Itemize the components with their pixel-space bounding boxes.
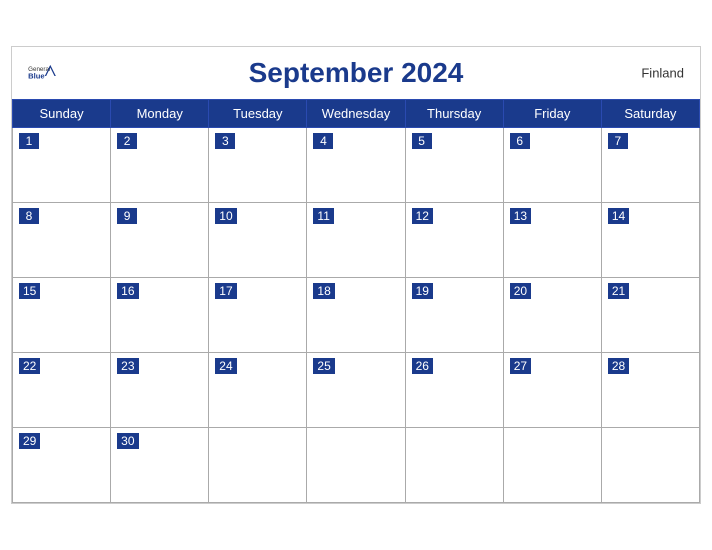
calendar-day-cell: 16 [111,278,209,353]
calendar-day-cell: 4 [307,128,405,203]
day-number: 8 [19,208,39,224]
calendar-day-cell: 10 [209,203,307,278]
header-monday: Monday [111,100,209,128]
calendar-table: Sunday Monday Tuesday Wednesday Thursday… [12,99,700,503]
calendar-day-cell [503,428,601,503]
header-thursday: Thursday [405,100,503,128]
day-number: 19 [412,283,433,299]
calendar-day-cell: 17 [209,278,307,353]
calendar-day-cell: 24 [209,353,307,428]
svg-text:Blue: Blue [28,72,45,81]
day-number: 13 [510,208,531,224]
calendar-week-row: 15 16 17 18 19 20 21 [13,278,700,353]
calendar-day-cell: 19 [405,278,503,353]
day-number: 5 [412,133,432,149]
calendar-day-cell: 22 [13,353,111,428]
calendar-day-cell: 2 [111,128,209,203]
day-number: 28 [608,358,629,374]
calendar-day-cell: 11 [307,203,405,278]
calendar-day-cell: 9 [111,203,209,278]
calendar-day-cell: 1 [13,128,111,203]
calendar-day-cell: 5 [405,128,503,203]
day-number: 1 [19,133,39,149]
day-number: 22 [19,358,40,374]
day-number: 12 [412,208,433,224]
calendar-container: General Blue September 2024 Finland Sund… [11,46,701,504]
day-number: 23 [117,358,138,374]
day-number: 24 [215,358,236,374]
day-number: 25 [313,358,334,374]
calendar-day-cell: 29 [13,428,111,503]
day-number: 20 [510,283,531,299]
day-number: 9 [117,208,137,224]
calendar-day-cell: 6 [503,128,601,203]
header-wednesday: Wednesday [307,100,405,128]
calendar-day-cell: 27 [503,353,601,428]
day-number: 3 [215,133,235,149]
day-number: 16 [117,283,138,299]
day-number: 15 [19,283,40,299]
calendar-week-row: 1 2 3 4 5 6 7 [13,128,700,203]
calendar-day-cell: 26 [405,353,503,428]
calendar-day-cell: 25 [307,353,405,428]
calendar-day-cell: 23 [111,353,209,428]
country-label: Finland [641,66,684,81]
calendar-header: General Blue September 2024 Finland [12,47,700,99]
calendar-day-cell [601,428,699,503]
calendar-day-cell [405,428,503,503]
day-number: 6 [510,133,530,149]
calendar-day-cell: 12 [405,203,503,278]
calendar-day-cell: 14 [601,203,699,278]
calendar-day-cell: 30 [111,428,209,503]
day-number: 7 [608,133,628,149]
weekday-header-row: Sunday Monday Tuesday Wednesday Thursday… [13,100,700,128]
day-number: 17 [215,283,236,299]
day-number: 4 [313,133,333,149]
day-number: 14 [608,208,629,224]
header-tuesday: Tuesday [209,100,307,128]
calendar-week-row: 8 9 10 11 12 13 14 [13,203,700,278]
day-number: 21 [608,283,629,299]
header-sunday: Sunday [13,100,111,128]
calendar-day-cell: 21 [601,278,699,353]
day-number: 30 [117,433,138,449]
calendar-day-cell: 13 [503,203,601,278]
day-number: 10 [215,208,236,224]
day-number: 18 [313,283,334,299]
calendar-body: 1234567891011121314151617181920212223242… [13,128,700,503]
calendar-day-cell: 20 [503,278,601,353]
day-number: 2 [117,133,137,149]
day-number: 11 [313,208,333,224]
calendar-day-cell: 15 [13,278,111,353]
calendar-day-cell: 18 [307,278,405,353]
calendar-day-cell: 3 [209,128,307,203]
calendar-week-row: 22 23 24 25 26 27 28 [13,353,700,428]
calendar-day-cell: 8 [13,203,111,278]
day-number: 27 [510,358,531,374]
calendar-day-cell [209,428,307,503]
day-number: 29 [19,433,40,449]
calendar-title: September 2024 [249,57,464,89]
calendar-week-row: 29 30 [13,428,700,503]
day-number: 26 [412,358,433,374]
calendar-day-cell: 7 [601,128,699,203]
calendar-day-cell [307,428,405,503]
header-saturday: Saturday [601,100,699,128]
header-friday: Friday [503,100,601,128]
calendar-day-cell: 28 [601,353,699,428]
brand-logo-area: General Blue [28,64,56,83]
